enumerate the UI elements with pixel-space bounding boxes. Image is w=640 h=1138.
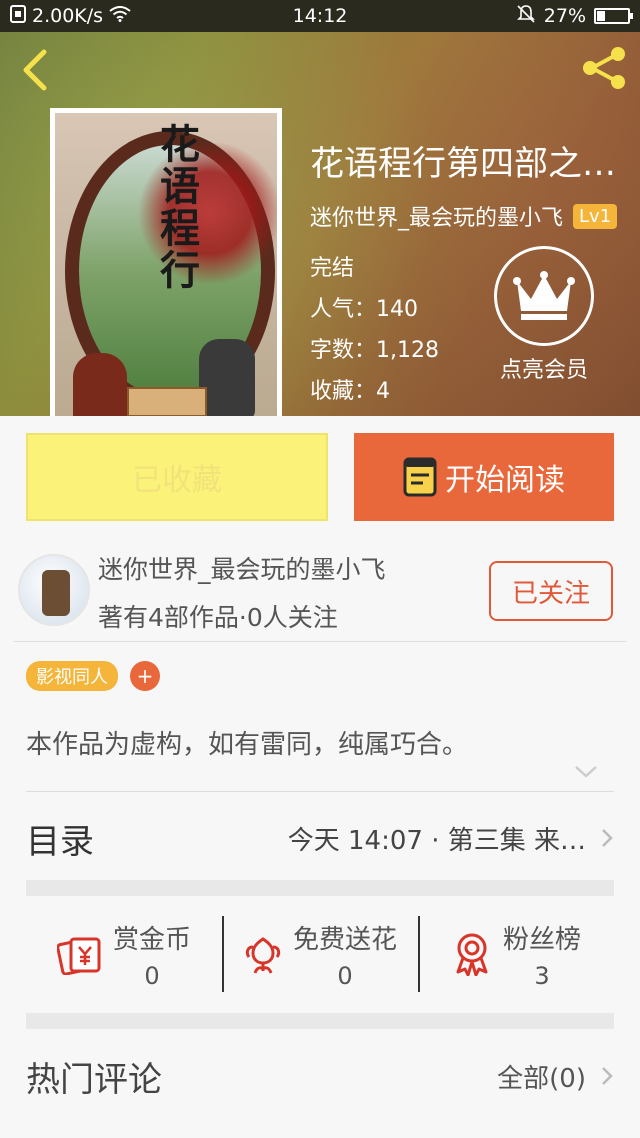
expand-description-button[interactable] xyxy=(572,762,600,782)
reward-coin-button[interactable]: 赏金币 0 xyxy=(26,906,222,1002)
fan-ranking-value: 3 xyxy=(534,961,550,990)
book-word-count: 字数：1,128 xyxy=(310,338,439,363)
free-flower-label: 免费送花 xyxy=(292,924,397,955)
reward-coin-value: 0 xyxy=(144,961,160,990)
reward-coin-icon xyxy=(56,937,101,975)
free-flower-button[interactable]: 免费送花 0 xyxy=(222,906,418,1002)
table-of-contents-row[interactable]: 目录 今天 14:07 · 第三集 来… xyxy=(26,810,614,866)
battery-icon xyxy=(594,8,633,24)
follow-button[interactable]: 已关注 xyxy=(489,561,613,621)
book-popularity: 人气：140 xyxy=(310,297,418,322)
vip-label: 点亮会员 xyxy=(499,358,588,383)
tag-list: 影视同人 + xyxy=(26,661,160,691)
fan-ranking-button[interactable]: 粉丝榜 3 xyxy=(418,906,614,1002)
author-name[interactable]: 迷你世界_最会玩的墨小飞 xyxy=(98,550,386,586)
chevron-right-icon xyxy=(602,829,613,847)
stats-row: 赏金币 0 免费送花 0 粉丝榜 3 xyxy=(26,906,614,1002)
hot-comments-row[interactable]: 热门评论 全部(0) xyxy=(26,1046,614,1106)
network-speed: 2.00K/s xyxy=(32,5,104,27)
back-button[interactable] xyxy=(18,48,54,92)
book-author[interactable]: 迷你世界_最会玩的墨小飞 xyxy=(310,200,563,232)
section-separator xyxy=(26,1013,614,1029)
cover-illustration: 花语程行 xyxy=(55,113,277,416)
add-tag-button[interactable]: + xyxy=(130,661,160,691)
hot-comments-title: 热门评论 xyxy=(26,1059,162,1100)
avatar[interactable] xyxy=(18,554,90,626)
divider xyxy=(14,641,626,642)
author-level-badge: Lv1 xyxy=(573,203,618,229)
cover-title: 花语程行 xyxy=(153,123,200,291)
status-bar: 2.00K/s 14:12 27% xyxy=(0,0,640,32)
book-cover[interactable]: 花语程行 xyxy=(50,108,282,416)
fan-ranking-label: 粉丝榜 xyxy=(502,924,581,955)
start-reading-label: 开始阅读 xyxy=(445,463,565,498)
author-stats: 著有4部作品·0人关注 xyxy=(98,603,338,632)
flower-icon xyxy=(245,937,281,974)
divider xyxy=(26,791,614,792)
mute-bell-icon xyxy=(516,4,536,29)
battery-percent: 27% xyxy=(543,5,586,27)
all-comments-link[interactable]: 全部(0) xyxy=(497,1058,586,1095)
free-flower-value: 0 xyxy=(337,961,353,990)
reward-coin-label: 赏金币 xyxy=(112,924,191,955)
book-meta: 完结 人气：140 字数：1,128 收藏：4 xyxy=(310,248,439,412)
vip-button[interactable]: 点亮会员 xyxy=(492,246,596,384)
book-title: 花语程行第四部之… xyxy=(310,144,616,184)
favorited-button[interactable]: 已收藏 xyxy=(26,433,328,521)
latest-chapter: 今天 14:07 · 第三集 来… xyxy=(287,825,586,856)
book-header: 花语程行 花语程行第四部之… 迷你世界_最会玩的墨小飞 Lv1 完结 人气：14… xyxy=(0,32,640,416)
share-icon xyxy=(583,47,625,89)
action-bar: 已收藏 开始阅读 xyxy=(26,433,614,521)
tag-item[interactable]: 影视同人 xyxy=(26,661,118,691)
book-favorites: 收藏：4 xyxy=(310,379,390,404)
toc-title: 目录 xyxy=(26,821,94,862)
author-card: 迷你世界_最会玩的墨小飞 著有4部作品·0人关注 已关注 xyxy=(0,540,640,642)
chevron-right-icon xyxy=(602,1067,613,1085)
section-separator xyxy=(26,880,614,896)
book-status: 完结 xyxy=(310,256,355,281)
chevron-left-icon xyxy=(23,49,47,91)
chevron-down-icon xyxy=(575,766,597,778)
sim-icon xyxy=(10,4,26,28)
start-reading-button[interactable]: 开始阅读 xyxy=(354,433,614,521)
book-description: 本作品为虚构，如有雷同，纯属巧合。 xyxy=(26,730,469,760)
share-button[interactable] xyxy=(580,46,628,90)
medal-icon xyxy=(456,933,488,976)
book-icon xyxy=(403,457,437,497)
wifi-icon xyxy=(109,5,131,27)
crown-icon xyxy=(513,271,575,320)
